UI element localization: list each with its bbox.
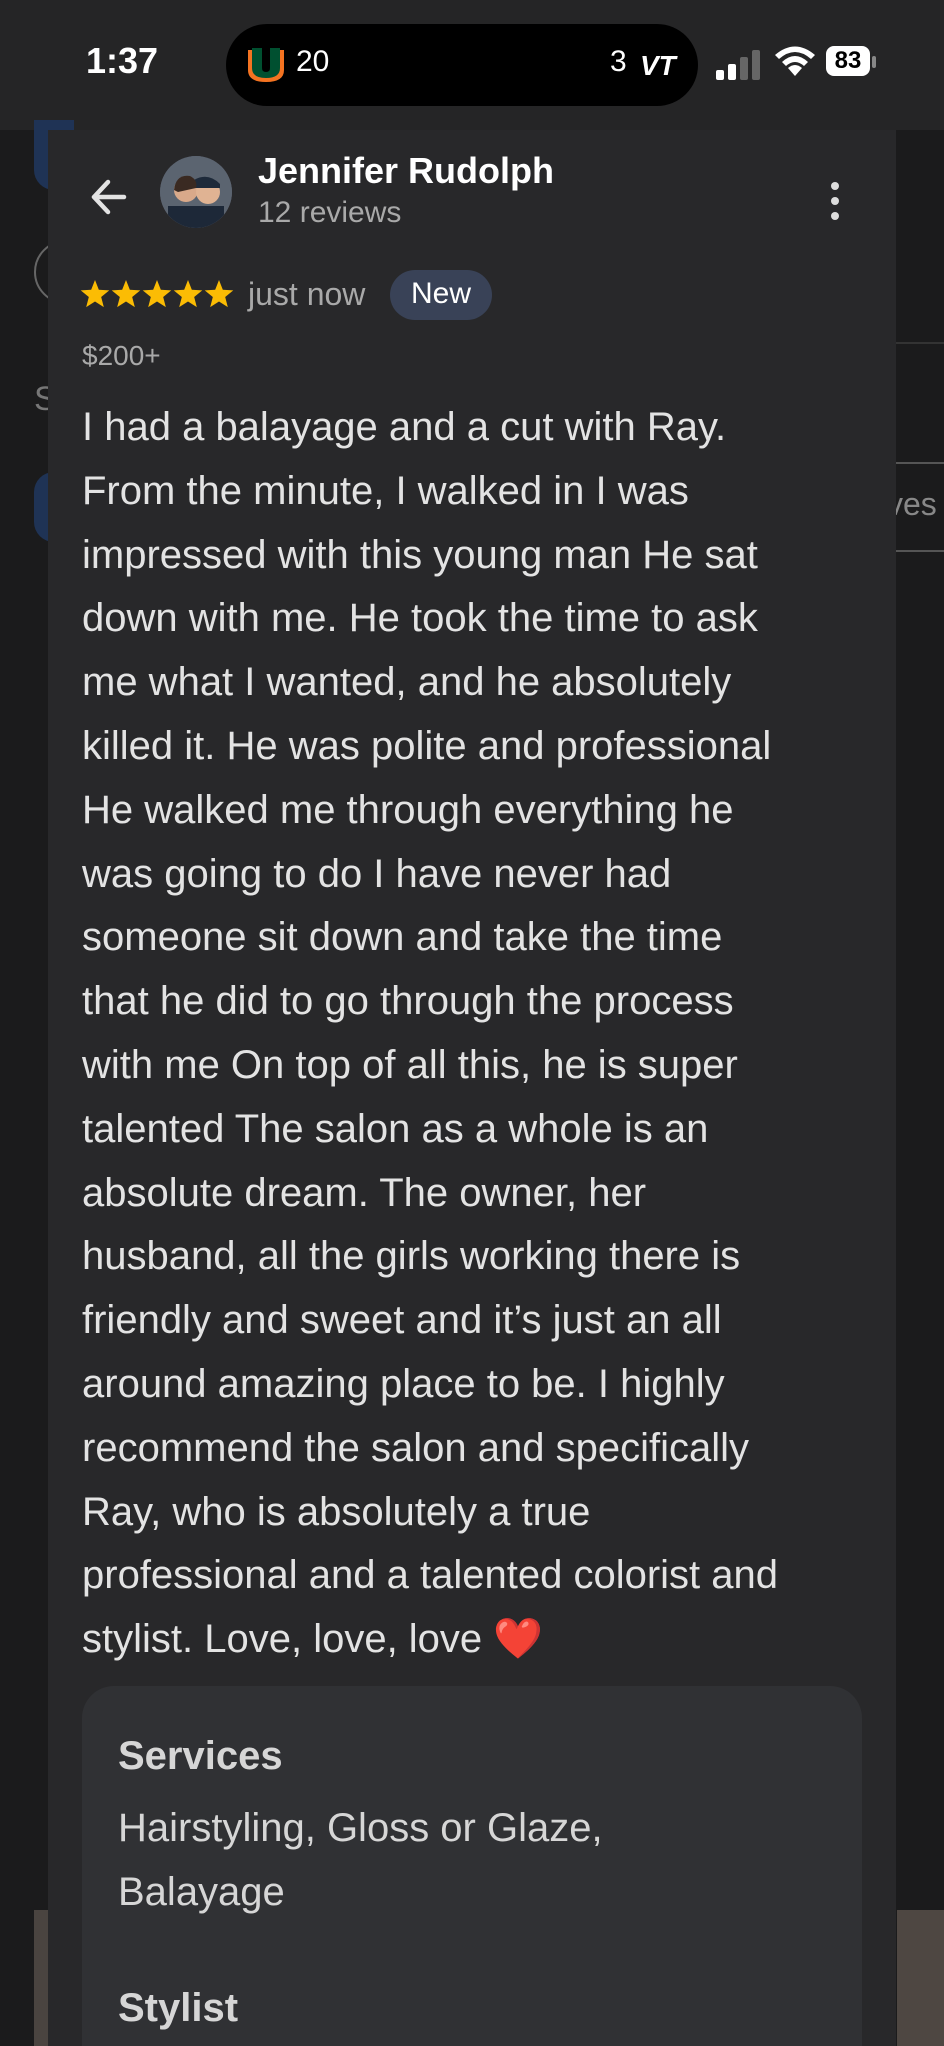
review-count: 12 reviews [258, 196, 402, 229]
star-icon [80, 280, 110, 308]
status-time: 1:37 [86, 40, 159, 81]
price-range: $200+ [82, 340, 161, 371]
services-value-line: Hairstyling, Gloss or Glaze, [118, 1806, 603, 1850]
new-badge: New [390, 270, 492, 320]
review-text-line: killed it. He was polite and professiona… [82, 723, 772, 768]
background-tab: ves [895, 462, 944, 552]
review-text-line: impressed with this young man He sat [82, 532, 758, 577]
dot [831, 197, 839, 205]
score-left: 20 [296, 45, 330, 78]
services-value-line: Balayage [118, 1870, 285, 1914]
avatar[interactable] [160, 156, 232, 228]
review-text-line: down with me. He took the time to ask [82, 596, 758, 641]
star-icon [204, 280, 234, 308]
review-text-line: that he did to go through the process [82, 979, 734, 1024]
background-image [897, 1910, 944, 2046]
review-text-line: stylist. Love, love, love ❤️ [82, 1617, 544, 1662]
review-text: I had a balayage and a cut with Ray. From… [82, 396, 882, 1672]
review-text-line: husband, all the girls working there is [82, 1234, 741, 1279]
background-tab-label: ves [895, 486, 937, 522]
review-text-line: talented The salon as a whole is an [82, 1106, 709, 1151]
services-label: Services [118, 1734, 283, 1778]
reviewer-name[interactable]: Jennifer Rudolph [258, 150, 554, 192]
battery-cap [872, 56, 876, 68]
star-rating [80, 280, 234, 308]
battery-icon: 83 [826, 46, 878, 78]
review-text-line: was going to do I have never had [82, 851, 672, 896]
wifi-icon [775, 46, 815, 76]
star-icon [111, 280, 141, 308]
review-text-line: recommend the salon and specifically [82, 1425, 750, 1470]
dot [831, 182, 839, 190]
star-icon [173, 280, 203, 308]
vt-logo-icon: VT [640, 50, 676, 81]
services-value: Hairstyling, Gloss or Glaze, Balayage [118, 1796, 718, 1924]
background-divider [895, 342, 944, 344]
dot [831, 212, 839, 220]
review-text-line: someone sit down and take the time [82, 915, 723, 960]
team-logo-icon [248, 48, 284, 82]
score-right: 3 [610, 45, 627, 78]
review-text-line: absolute dream. The owner, her [82, 1170, 647, 1215]
signal-icon [716, 50, 760, 80]
review-text-line: professional and a talented colorist and [82, 1553, 779, 1598]
review-text-line: He walked me through everything he [82, 787, 734, 832]
stylist-label: Stylist [118, 1986, 239, 2030]
review-text-line: friendly and sweet and it’s just an all [82, 1298, 722, 1343]
more-vert-icon[interactable] [820, 176, 850, 226]
review-text-line: me what I wanted, and he absolutely [82, 660, 732, 705]
battery-level: 83 [826, 46, 870, 76]
review-text-line: with me On top of all this, he is super [82, 1042, 738, 1087]
review-text-line: Ray, who is absolutely a true [82, 1489, 591, 1534]
star-icon [142, 280, 172, 308]
review-text-line: From the minute, I walked in I was [82, 468, 689, 513]
back-arrow-icon[interactable] [84, 172, 134, 222]
review-text-line: I had a balayage and a cut with Ray. [82, 405, 727, 449]
review-text-line: around amazing place to be. I highly [82, 1361, 725, 1406]
review-time: just now [248, 276, 366, 312]
review-details: Services Hairstyling, Gloss or Glaze, Bal… [82, 1686, 862, 2046]
